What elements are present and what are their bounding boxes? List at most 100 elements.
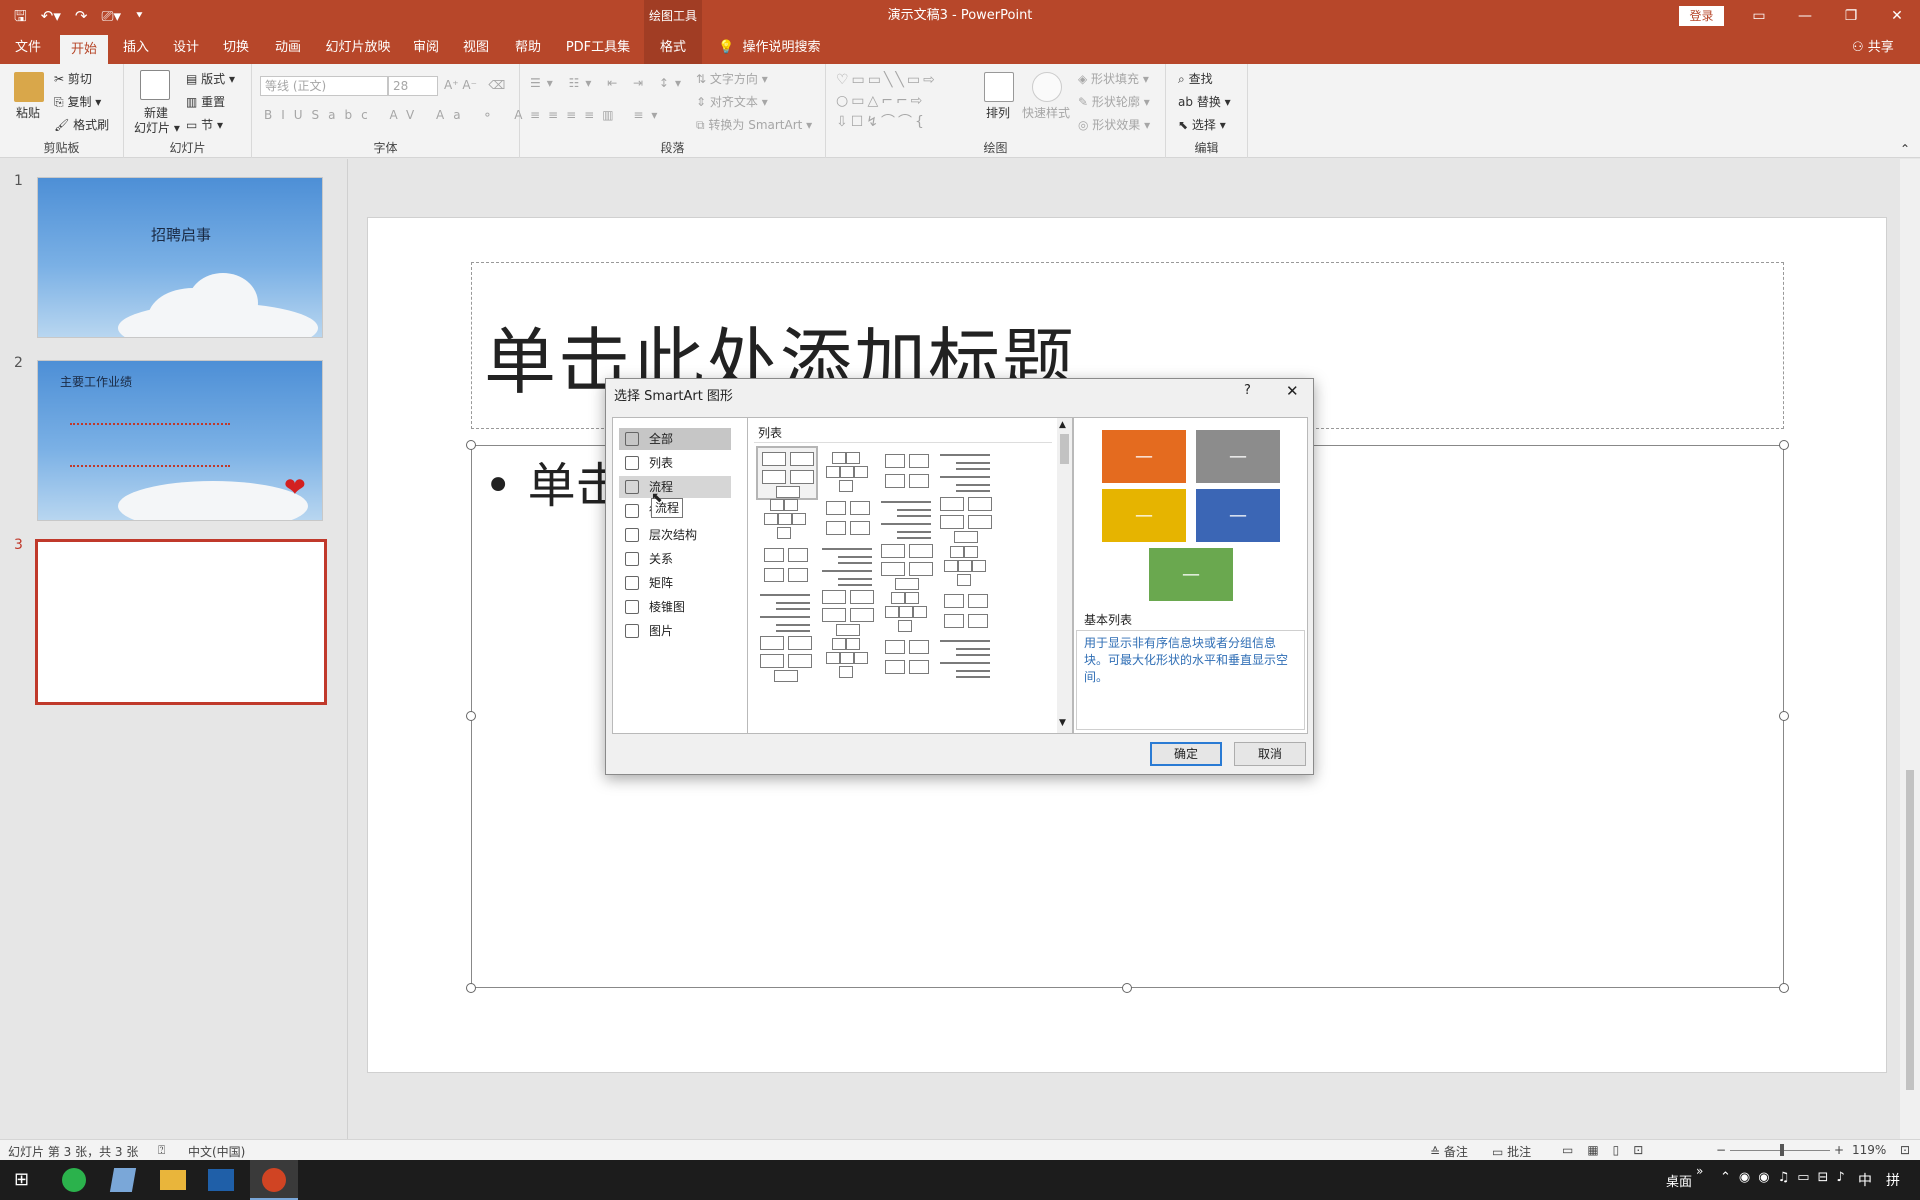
select-button[interactable]: ⬉ 选择 ▾ bbox=[1178, 116, 1226, 133]
category-picture[interactable]: 图片 bbox=[619, 620, 731, 642]
font-size-controls[interactable]: A⁺ A⁻ ⌫ bbox=[444, 78, 505, 92]
close-icon[interactable]: ✕ bbox=[1874, 0, 1920, 32]
desktop-toolbar[interactable]: 桌面 bbox=[1666, 1171, 1692, 1190]
notes-button[interactable]: ≙ 备注 bbox=[1430, 1143, 1468, 1160]
quick-styles-button[interactable]: 快速样式 bbox=[1022, 104, 1070, 121]
restore-icon[interactable]: ❐ bbox=[1828, 0, 1874, 32]
minimize-icon[interactable]: — bbox=[1782, 0, 1828, 32]
font-format-buttons[interactable]: BIUSabc AV Aa ⚬ A bbox=[264, 108, 531, 122]
smartart-layout-thumbnail[interactable] bbox=[818, 493, 880, 547]
app-icon[interactable] bbox=[109, 1168, 137, 1192]
save-icon[interactable]: 🖫 bbox=[14, 6, 27, 26]
help-button[interactable]: ? bbox=[1244, 383, 1251, 398]
tell-me-search[interactable]: 💡 操作说明搜索 bbox=[718, 32, 820, 64]
ok-button[interactable]: 确定 bbox=[1150, 742, 1222, 766]
login-button[interactable]: 登录 bbox=[1679, 6, 1724, 26]
tab-insert[interactable]: 插入 bbox=[114, 32, 158, 64]
smartart-layout-thumbnail[interactable] bbox=[756, 493, 818, 547]
slide-thumbnail-3[interactable] bbox=[35, 539, 327, 705]
shape-effects-button[interactable]: ◎ 形状效果 ▾ bbox=[1078, 116, 1150, 133]
font-name-box[interactable]: 等线 (正文) bbox=[260, 76, 388, 96]
close-icon[interactable]: ✕ bbox=[1286, 382, 1299, 400]
scroll-up-icon[interactable]: ▲ bbox=[1059, 420, 1066, 430]
align-text-button[interactable]: ⇕ 对齐文本 ▾ bbox=[696, 93, 768, 110]
ribbon-display-options-icon[interactable]: ▭ bbox=[1736, 0, 1782, 32]
zoom-level[interactable]: 119% bbox=[1852, 1143, 1886, 1157]
language-status[interactable]: 中文(中国) bbox=[188, 1143, 245, 1160]
slide-thumbnail-1[interactable]: 招聘启事 bbox=[37, 177, 323, 338]
spellcheck-icon[interactable]: ⍰ bbox=[158, 1143, 165, 1158]
arrange-icon[interactable] bbox=[984, 72, 1014, 102]
zoom-in-icon[interactable]: + bbox=[1834, 1143, 1844, 1157]
category-pyramid[interactable]: 棱锥图 bbox=[619, 596, 731, 618]
browser-icon[interactable] bbox=[62, 1168, 86, 1192]
smartart-layout-thumbnail[interactable] bbox=[756, 446, 818, 500]
tab-format[interactable]: 格式 bbox=[644, 32, 702, 64]
windows-start-icon[interactable]: ⊞ bbox=[14, 1169, 29, 1190]
category-matrix[interactable]: 矩阵 bbox=[619, 572, 731, 594]
powerpoint-taskbar-button[interactable] bbox=[250, 1160, 298, 1200]
smartart-layout-thumbnail[interactable] bbox=[936, 446, 998, 500]
tab-animations[interactable]: 动画 bbox=[264, 32, 312, 64]
zoom-out-icon[interactable]: − bbox=[1716, 1143, 1726, 1157]
smartart-layout-thumbnail[interactable] bbox=[936, 632, 998, 686]
tab-help[interactable]: 帮助 bbox=[504, 32, 552, 64]
paste-button[interactable]: 粘贴 bbox=[16, 104, 40, 121]
tab-review[interactable]: 审阅 bbox=[404, 32, 448, 64]
tab-slideshow[interactable]: 幻灯片放映 bbox=[318, 32, 398, 64]
arrange-button[interactable]: 排列 bbox=[986, 104, 1010, 121]
format-painter-button[interactable]: 🖌 格式刷 bbox=[54, 116, 109, 133]
smartart-layout-thumbnail[interactable] bbox=[936, 493, 998, 547]
shapes-gallery[interactable]: ♡▭▭╲╲▭⇨ ○▭△⌐⌐⇨ ⇩☐↯⌒⌒{ bbox=[836, 70, 966, 133]
resize-handle[interactable] bbox=[1122, 983, 1132, 993]
system-tray-icons[interactable]: ⌃◉◉♫▭⊟♪ bbox=[1720, 1170, 1853, 1185]
section-button[interactable]: ▭ 节 ▾ bbox=[186, 116, 223, 133]
comments-button[interactable]: ▭ 批注 bbox=[1492, 1143, 1531, 1160]
font-size-box[interactable]: 28 bbox=[388, 76, 438, 96]
smartart-layout-thumbnail[interactable] bbox=[818, 632, 880, 686]
list-buttons[interactable]: ☰▾ ☷▾ ⇤ ⇥ ↕▾ bbox=[530, 76, 687, 90]
cut-button[interactable]: ✂ 剪切 bbox=[54, 70, 92, 87]
text-direction-button[interactable]: ⇅ 文字方向 ▾ bbox=[696, 70, 768, 87]
tab-transitions[interactable]: 切换 bbox=[214, 32, 258, 64]
customize-qat-icon[interactable]: ⯆ bbox=[135, 6, 144, 26]
category-process[interactable]: 流程 bbox=[619, 476, 731, 498]
ime-mode-icon[interactable]: 拼 bbox=[1886, 1170, 1900, 1190]
file-explorer-icon[interactable] bbox=[160, 1170, 186, 1190]
vertical-scrollbar[interactable] bbox=[1900, 159, 1920, 1139]
zoom-thumb[interactable] bbox=[1780, 1144, 1784, 1156]
resize-handle[interactable] bbox=[1779, 711, 1789, 721]
new-slide-dropdown[interactable]: 幻灯片 ▾ bbox=[134, 119, 180, 136]
app-icon[interactable] bbox=[208, 1169, 234, 1191]
shape-outline-button[interactable]: ✎ 形状轮廓 ▾ bbox=[1078, 93, 1150, 110]
copy-button[interactable]: ⎘ 复制 ▾ bbox=[54, 93, 101, 110]
cancel-button[interactable]: 取消 bbox=[1234, 742, 1306, 766]
resize-handle[interactable] bbox=[1779, 983, 1789, 993]
align-buttons[interactable]: ≡≡≡≡▥ ≡▾ bbox=[530, 108, 665, 122]
layout-button[interactable]: ▤ 版式 ▾ bbox=[186, 70, 235, 87]
replace-button[interactable]: ab 替换 ▾ bbox=[1178, 93, 1231, 110]
collapse-ribbon-icon[interactable]: ⌃ bbox=[1900, 142, 1910, 156]
category-all[interactable]: 全部 bbox=[619, 428, 731, 450]
resize-handle[interactable] bbox=[466, 983, 476, 993]
toolbar-expand-icon[interactable]: » bbox=[1696, 1164, 1703, 1178]
scrollbar-thumb[interactable] bbox=[1060, 434, 1069, 464]
scrollbar-thumb[interactable] bbox=[1906, 770, 1914, 1090]
smartart-layout-thumbnail[interactable] bbox=[877, 632, 939, 686]
smartart-layout-thumbnail[interactable] bbox=[818, 446, 880, 500]
undo-icon[interactable]: ↶▾ bbox=[41, 6, 61, 26]
scroll-down-icon[interactable]: ▼ bbox=[1059, 718, 1066, 728]
convert-smartart-button[interactable]: ⧉ 转换为 SmartArt ▾ bbox=[696, 116, 812, 133]
quick-styles-icon[interactable] bbox=[1032, 72, 1062, 102]
ime-indicator[interactable]: 中 bbox=[1858, 1170, 1872, 1190]
start-from-beginning-icon[interactable]: ⎚▾ bbox=[101, 6, 121, 26]
slide-thumbnail-2[interactable]: 主要工作业绩 ❤ bbox=[37, 360, 323, 521]
fit-to-window-icon[interactable]: ⊡ bbox=[1900, 1143, 1910, 1157]
resize-handle[interactable] bbox=[466, 440, 476, 450]
tab-view[interactable]: 视图 bbox=[454, 32, 498, 64]
gallery-scrollbar[interactable]: ▲ ▼ bbox=[1057, 418, 1072, 733]
reset-button[interactable]: ▥ 重置 bbox=[186, 93, 225, 110]
tab-design[interactable]: 设计 bbox=[164, 32, 208, 64]
paste-icon[interactable] bbox=[14, 72, 44, 102]
resize-handle[interactable] bbox=[466, 711, 476, 721]
